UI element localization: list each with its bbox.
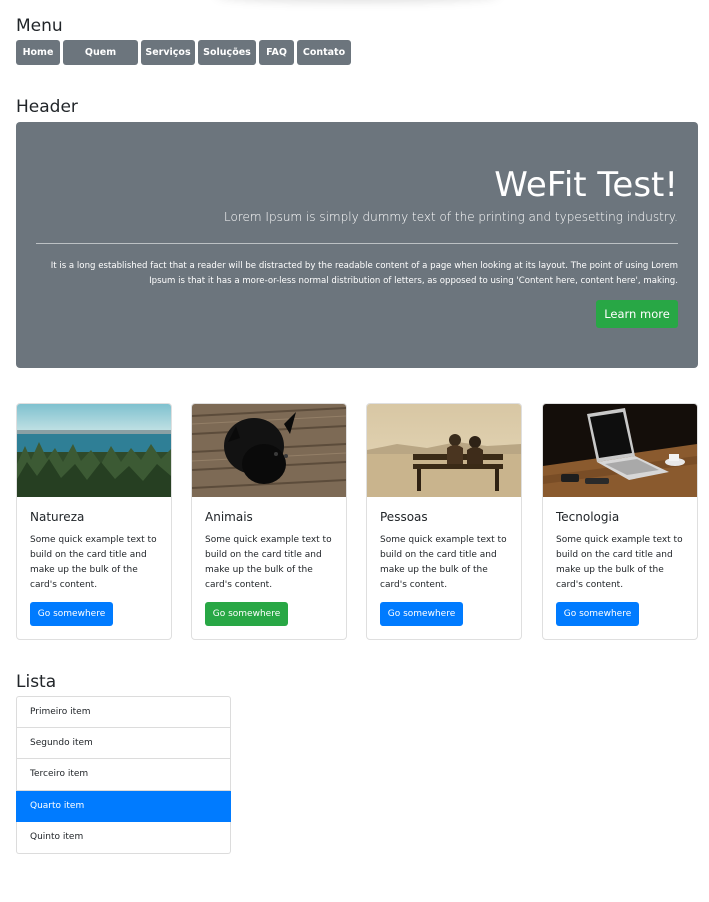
header-jumbotron: WeFit Test! Lorem Ipsum is simply dummy … [16,122,698,368]
lista-heading: Lista [16,672,57,692]
card-go-somewhere-button[interactable]: Go somewhere [380,602,463,626]
card-text: Some quick example text to build on the … [380,535,507,590]
menu-home-button[interactable]: Home [16,40,60,65]
card-title: Tecnologia [556,510,620,524]
jumbotron-title: WeFit Test! [494,165,678,205]
menu-quem-button[interactable]: Quem [63,40,138,65]
card-animais: Animais Some quick example text to build… [191,403,347,640]
menu-servicos-button[interactable]: Serviços [141,40,195,65]
list-item[interactable]: Segundo item [16,727,231,759]
header-heading: Header [16,97,78,117]
jumbotron-body: It is a long established fact that a rea… [50,261,678,286]
card-go-somewhere-button[interactable]: Go somewhere [30,602,113,626]
card-text: Some quick example text to build on the … [205,535,332,590]
card-title: Animais [205,510,253,524]
list-item-active[interactable]: Quarto item [16,790,231,822]
card-text: Some quick example text to build on the … [556,535,683,590]
card-go-somewhere-button[interactable]: Go somewhere [556,602,639,626]
menu-heading: Menu [16,16,63,36]
menu-contato-button[interactable]: Contato [297,40,351,65]
jumbotron-divider [36,243,678,244]
list-item[interactable]: Primeiro item [16,696,231,728]
menu-faq-button[interactable]: FAQ [259,40,294,65]
list-item[interactable]: Terceiro item [16,759,231,791]
card-natureza: Natureza Some quick example text to buil… [16,403,172,640]
item-list: Primeiro item Segundo item Terceiro item… [16,696,231,854]
laptop-desk-image [543,404,697,497]
card-title: Pessoas [380,510,428,524]
list-item[interactable]: Quinto item [16,822,231,854]
card-tecnologia: Tecnologia Some quick example text to bu… [542,403,698,640]
card-pessoas: Pessoas Some quick example text to build… [366,403,522,640]
forest-lake-image [17,404,171,497]
learn-more-button[interactable]: Learn more [596,300,678,328]
menu-solucoes-button[interactable]: Soluções [198,40,256,65]
jumbotron-lead: Lorem Ipsum is simply dummy text of the … [224,210,678,224]
black-dog-image [192,404,346,497]
card-title: Natureza [30,510,85,524]
couple-bench-image [367,404,521,497]
card-text: Some quick example text to build on the … [30,535,157,590]
card-go-somewhere-button[interactable]: Go somewhere [205,602,288,626]
